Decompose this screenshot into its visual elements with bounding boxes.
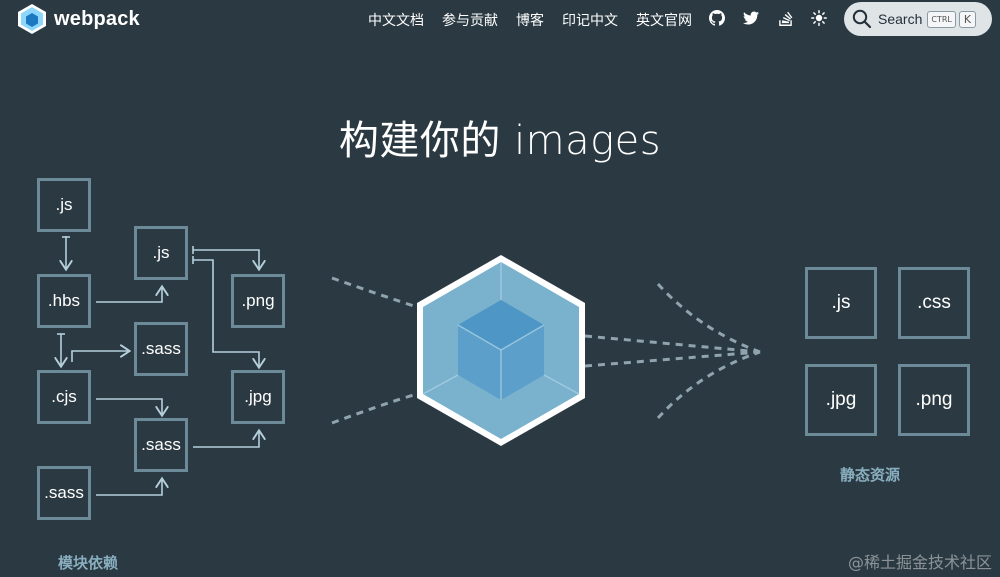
module-box-js-center: .js xyxy=(134,226,188,280)
dashed-outflow-bottom xyxy=(656,350,761,420)
asset-box-png: .png xyxy=(898,364,970,436)
dashed-outflow-top xyxy=(656,282,761,354)
module-box-sass-top: .sass xyxy=(134,322,188,376)
asset-box-jpg: .jpg xyxy=(805,364,877,436)
asset-box-css: .css xyxy=(898,267,970,339)
dashed-outflow-middle-top xyxy=(584,334,761,354)
asset-box-js: .js xyxy=(805,267,877,339)
arrow-hbs-to-js xyxy=(96,288,162,303)
watermark: @稀土掘金技术社区 xyxy=(847,553,992,572)
module-box-js: .js xyxy=(37,178,91,232)
module-box-png: .png xyxy=(231,274,285,328)
module-box-jpg: .jpg xyxy=(231,370,285,424)
dashed-inflow-bottom xyxy=(331,391,421,425)
module-box-sass-middle: .sass xyxy=(134,418,188,472)
module-box-cjs: .cjs xyxy=(37,370,91,424)
modules-caption: 模块依赖 xyxy=(58,554,119,572)
module-box-sass-bottom: .sass xyxy=(37,466,91,520)
arrow-sass-to-sass xyxy=(96,480,162,496)
module-box-hbs: .hbs xyxy=(37,274,91,328)
arrow-cjs-to-sass2 xyxy=(96,398,162,414)
webpack-cube xyxy=(417,255,585,446)
arrow-sass-to-jpg xyxy=(193,432,259,448)
assets-caption: 静态资源 xyxy=(840,466,901,484)
arrow-cjs-to-sass xyxy=(71,351,128,362)
dashed-inflow-top xyxy=(331,276,421,310)
arrow-js-to-png xyxy=(193,249,259,268)
